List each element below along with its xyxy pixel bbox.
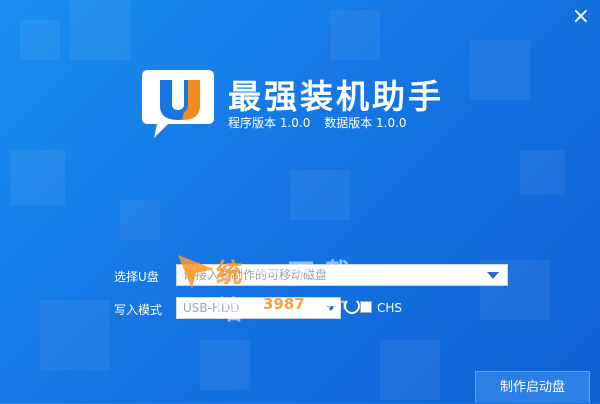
write-mode-select[interactable]: USB-HDD — [176, 297, 341, 319]
chevron-down-icon[interactable] — [487, 272, 499, 279]
make-bootdisk-button[interactable]: 制作启动盘 — [475, 371, 590, 403]
app-title: 最强装机助手 — [228, 77, 444, 116]
chs-label: CHS — [377, 301, 403, 315]
refresh-icon[interactable] — [344, 298, 360, 314]
chevron-down-icon[interactable] — [327, 306, 335, 311]
data-version: 数据版本 1.0.0 — [324, 116, 407, 130]
write-mode-label: 写入模式 — [114, 303, 163, 317]
program-version: 程序版本 1.0.0 — [228, 116, 311, 130]
usb-drive-select[interactable]: 请接入要制作的可移动磁盘 — [176, 264, 508, 286]
version-info: 程序版本 1.0.0 数据版本 1.0.0 — [228, 114, 417, 131]
usb-select-placeholder: 请接入要制作的可移动磁盘 — [183, 268, 328, 282]
app-logo-icon — [138, 62, 218, 142]
usb-select-label: 选择U盘 — [114, 270, 159, 284]
chs-checkbox[interactable] — [360, 301, 372, 313]
write-mode-value: USB-HDD — [183, 301, 240, 315]
close-button[interactable]: × — [572, 6, 590, 28]
